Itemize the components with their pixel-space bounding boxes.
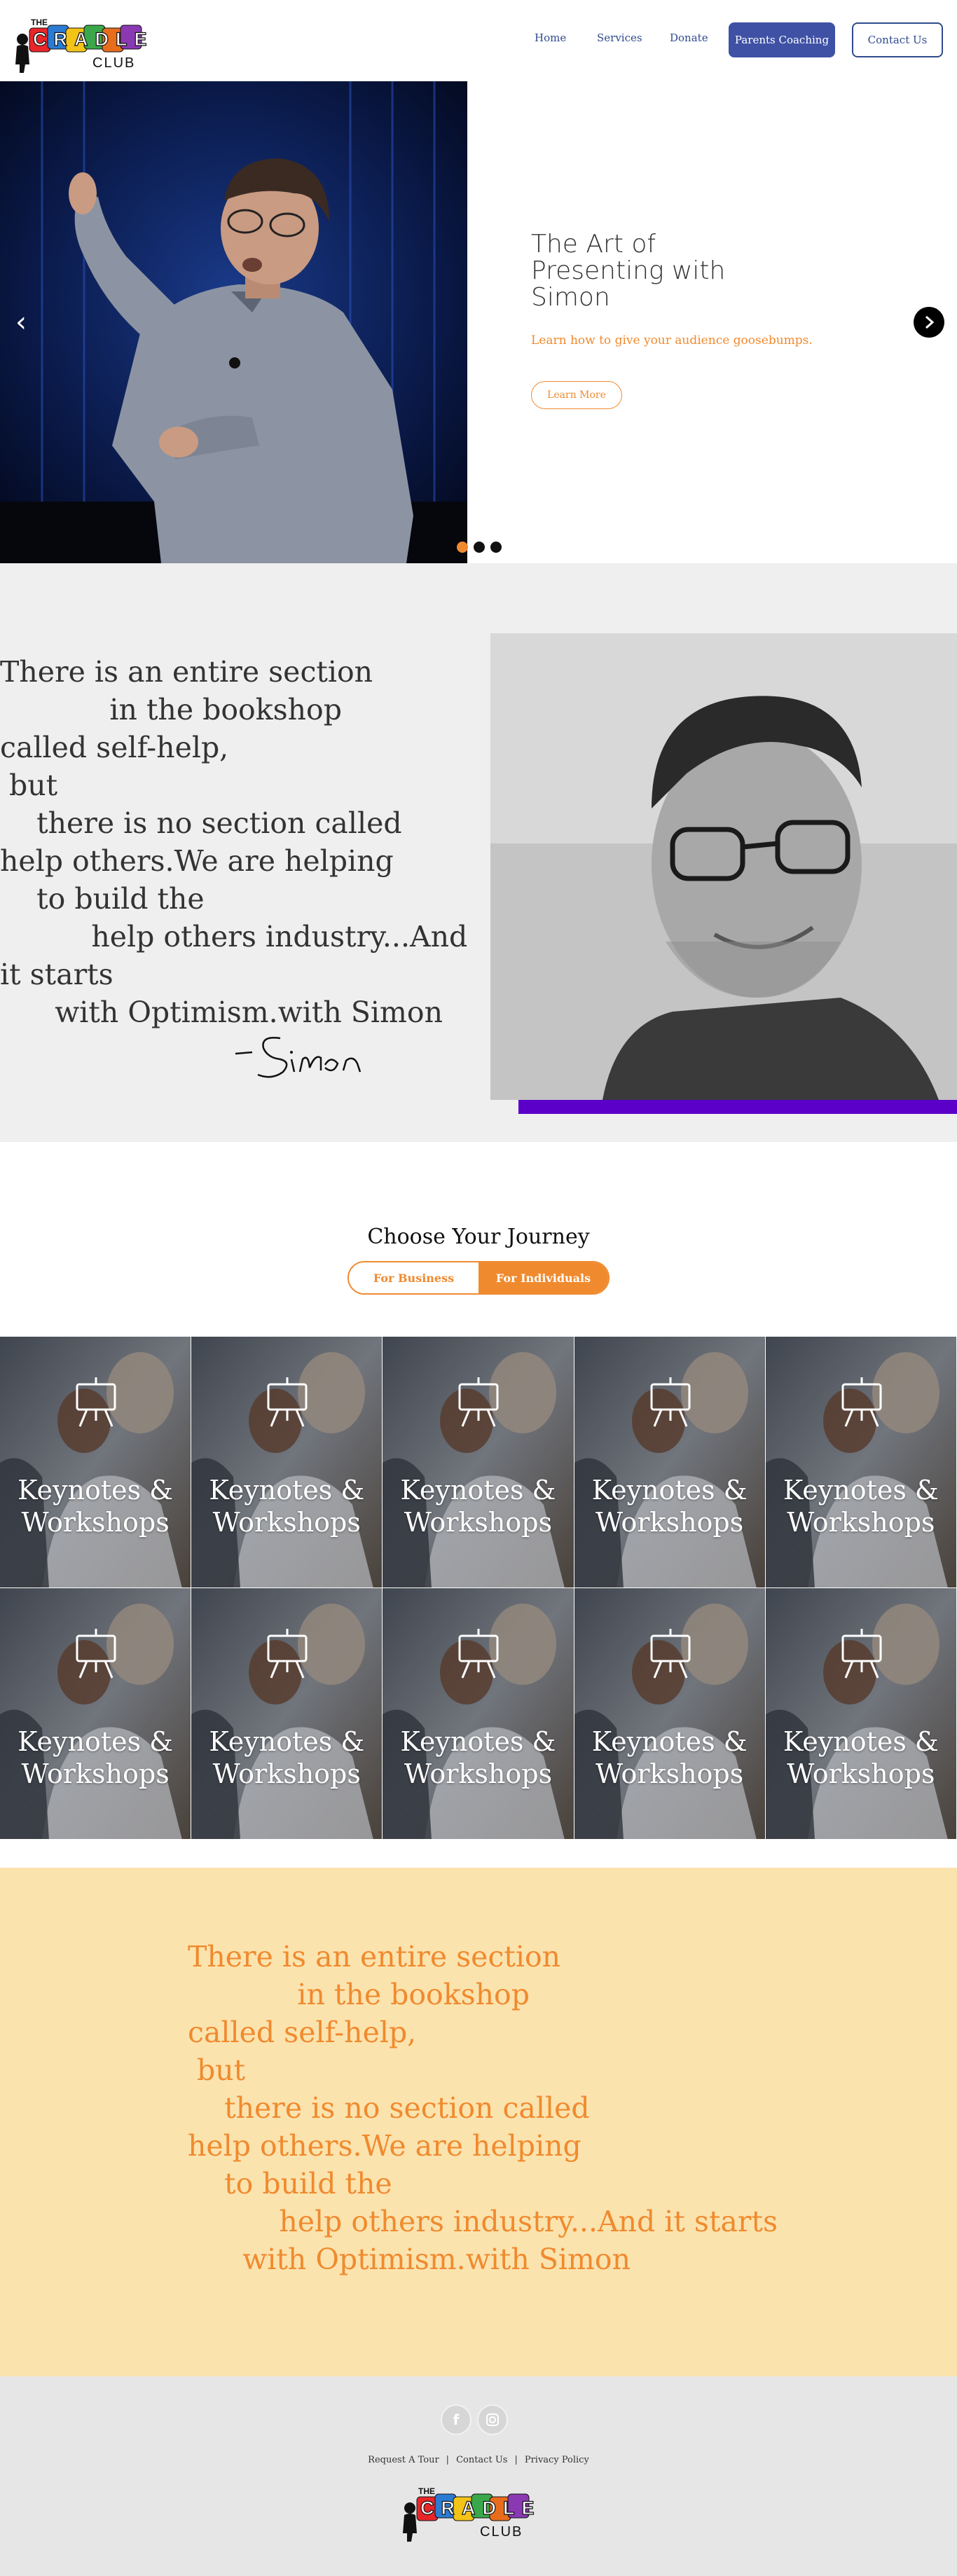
logo-cradle: CRADLE (33, 29, 154, 50)
logo-the: THE (31, 18, 48, 27)
easel-icon (841, 1629, 882, 1679)
keynotes-workshops-tile[interactable]: Keynotes & Workshops (191, 1337, 383, 1588)
keynotes-workshops-tile[interactable]: Keynotes & Workshops (574, 1337, 766, 1588)
tile-label: Keynotes & Workshops (783, 1726, 939, 1789)
footer-cradle-club-logo[interactable]: THE CRADLE CLUB (401, 2480, 556, 2543)
keynotes-workshops-tile[interactable]: Keynotes & Workshops (191, 1588, 383, 1840)
tile-label: Keynotes & Workshops (209, 1475, 365, 1538)
instagram-icon[interactable] (477, 2404, 508, 2435)
top-navigation: THE CRADLE CLUB Home Services Donate Par… (0, 0, 957, 81)
easel-icon (650, 1629, 691, 1679)
tile-label: Keynotes & Workshops (591, 1726, 748, 1789)
tile-background-photo (191, 1588, 383, 1839)
yellow-quote-section: There is an entire section in the booksh… (0, 1868, 957, 2376)
tile-background-photo (765, 1337, 956, 1587)
slider-dot-1[interactable] (457, 542, 468, 553)
keynotes-workshops-tile[interactable]: Keynotes & Workshops (574, 1588, 766, 1840)
hero-title: The Art of Presenting with Simon (531, 230, 726, 312)
footer-links: Request A Tour | Contact Us | Privacy Policy (368, 2455, 589, 2465)
chevron-left-icon[interactable]: ‹ (15, 305, 41, 339)
purple-accent-bar (518, 1100, 957, 1114)
tile-background-photo (765, 1588, 956, 1839)
for-business-option[interactable]: For Business (349, 1262, 478, 1293)
chevron-right-circle-icon[interactable] (914, 307, 944, 338)
quote-text: There is an entire section in the booksh… (0, 655, 468, 1029)
keynotes-workshops-tile[interactable]: Keynotes & Workshops (0, 1588, 192, 1840)
yellow-quote-text: There is an entire section in the booksh… (188, 1940, 778, 2276)
facebook-icon[interactable]: f (441, 2404, 471, 2435)
keynotes-workshops-tile[interactable]: Keynotes & Workshops (765, 1588, 957, 1840)
easel-icon (267, 1629, 308, 1679)
footer-link-contact-us[interactable]: Contact Us (456, 2455, 507, 2465)
footer-logo-cradle: CRADLE (420, 2498, 542, 2519)
learn-more-button[interactable]: Learn More (531, 381, 622, 409)
tile-label: Keynotes & Workshops (400, 1475, 556, 1538)
footer: f Request A Tour | Contact Us | Privacy Poli… (0, 2376, 957, 2576)
keynotes-workshops-tile[interactable]: Keynotes & Workshops (0, 1337, 192, 1588)
keynotes-workshops-tile[interactable]: Keynotes & Workshops (765, 1337, 957, 1588)
nav-donate[interactable]: Donate (670, 32, 708, 44)
easel-icon (458, 1629, 499, 1679)
hero-slider: The Art of Presenting with Simon Learn h… (0, 81, 957, 563)
easel-icon (458, 1377, 499, 1427)
simon-signature (235, 1037, 362, 1078)
logo-club: CLUB (92, 55, 135, 71)
cradle-club-logo[interactable]: THE CRADLE CLUB (14, 13, 168, 74)
tile-background-photo (383, 1337, 574, 1587)
nav-home[interactable]: Home (535, 32, 566, 44)
tile-background-photo (191, 1337, 383, 1587)
slider-dot-3[interactable] (490, 542, 502, 553)
tile-background-photo (383, 1588, 574, 1839)
easel-icon (841, 1377, 882, 1427)
simon-portrait-photo (490, 633, 957, 1100)
journey-toggle: For Business For Individuals (347, 1261, 610, 1295)
tile-label: Keynotes & Workshops (18, 1475, 174, 1538)
tile-background-photo (0, 1588, 191, 1839)
tile-label: Keynotes & Workshops (209, 1726, 365, 1789)
nav-services[interactable]: Services (597, 32, 642, 44)
quote-section: There is an entire section in the booksh… (0, 563, 957, 1142)
journey-title: Choose Your Journey (367, 1225, 590, 1249)
footer-link-request-tour[interactable]: Request A Tour (368, 2455, 439, 2465)
tile-label: Keynotes & Workshops (591, 1475, 748, 1538)
tile-background-photo (574, 1337, 765, 1587)
slider-dot-2[interactable] (474, 542, 485, 553)
keynotes-workshops-tile[interactable]: Keynotes & Workshops (383, 1337, 574, 1588)
tile-background-photo (574, 1588, 765, 1839)
contact-us-button[interactable]: Contact Us (852, 22, 943, 57)
for-individuals-option[interactable]: For Individuals (478, 1262, 608, 1293)
tile-label: Keynotes & Workshops (783, 1475, 939, 1538)
keynotes-workshops-tile[interactable]: Keynotes & Workshops (383, 1588, 574, 1840)
footer-logo-club: CLUB (480, 2524, 523, 2540)
easel-icon (650, 1377, 691, 1427)
easel-icon (76, 1629, 116, 1679)
footer-link-privacy-policy[interactable]: Privacy Policy (525, 2455, 589, 2465)
tile-label: Keynotes & Workshops (18, 1726, 174, 1789)
parents-coaching-button[interactable]: Parents Coaching (729, 22, 835, 57)
footer-logo-the: THE (418, 2486, 435, 2496)
services-grid: Keynotes & Workshops Keynotes & Workshops… (0, 1337, 957, 1840)
easel-icon (267, 1377, 308, 1427)
tile-background-photo (0, 1337, 191, 1587)
hero-subtitle: Learn how to give your audience goosebum… (531, 333, 813, 347)
tile-label: Keynotes & Workshops (400, 1726, 556, 1789)
hero-speaker-photo (0, 81, 467, 563)
easel-icon (76, 1377, 116, 1427)
